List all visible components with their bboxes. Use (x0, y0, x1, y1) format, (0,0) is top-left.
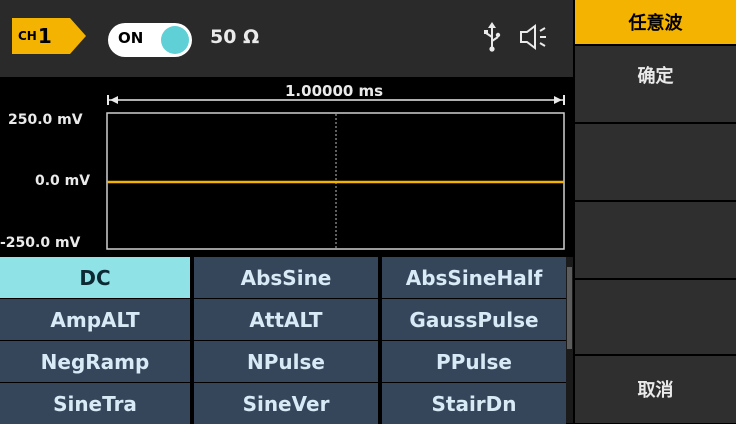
wave-item-ppulse[interactable]: PPulse (382, 341, 566, 382)
softkey-empty-3[interactable] (575, 202, 736, 278)
span-arrow-left (110, 96, 118, 104)
confirm-button[interactable]: 确定 (575, 46, 736, 122)
wave-item-negramp[interactable]: NegRamp (0, 341, 190, 382)
wave-item-attalt[interactable]: AttALT (194, 299, 378, 340)
softkey-empty-4[interactable] (575, 280, 736, 354)
status-header: CH 1 ON 50 Ω (0, 0, 573, 77)
list-scrollbar[interactable] (567, 267, 572, 349)
waveform-list: DC AbsSine AbsSineHalf AmpALT AttALT Gau… (0, 257, 566, 424)
wave-item-gausspulse[interactable]: GaussPulse (382, 299, 566, 340)
output-toggle[interactable]: ON (108, 23, 192, 57)
menu-title: 任意波 (575, 0, 736, 44)
output-toggle-label: ON (118, 29, 144, 47)
wave-item-abssinehalf[interactable]: AbsSineHalf (382, 257, 566, 298)
wave-item-npulse[interactable]: NPulse (194, 341, 378, 382)
toggle-knob (161, 26, 189, 54)
span-arrow-right (554, 96, 562, 104)
speaker-icon (520, 24, 546, 50)
waveform-preview: 1.00000 ms 250.0 mV 0.0 mV -250.0 mV (0, 77, 573, 257)
wave-item-sinetra[interactable]: SineTra (0, 383, 190, 424)
wave-item-dc[interactable]: DC (0, 257, 190, 298)
channel-prefix: CH (18, 29, 37, 43)
cancel-button[interactable]: 取消 (575, 356, 736, 423)
y-label-top: 250.0 mV (8, 112, 83, 128)
wave-item-stairdn[interactable]: StairDn (382, 383, 566, 424)
softkey-menu: 任意波 确定 取消 (575, 0, 736, 423)
impedance-value[interactable]: 50 Ω (210, 26, 259, 48)
wave-item-sinever[interactable]: SineVer (194, 383, 378, 424)
wave-item-abssine[interactable]: AbsSine (194, 257, 378, 298)
y-label-mid: 0.0 mV (35, 173, 91, 189)
y-label-bottom: -250.0 mV (0, 235, 81, 251)
usb-icon (484, 22, 501, 52)
channel-number: 1 (37, 24, 52, 48)
waveform-plot (106, 95, 565, 250)
channel-badge[interactable]: CH 1 (12, 18, 86, 54)
time-span-label: 1.00000 ms (285, 82, 384, 100)
main-panel: CH 1 ON 50 Ω 1.00000 ms 250.0 mV 0.0 mV … (0, 0, 573, 424)
softkey-empty-2[interactable] (575, 124, 736, 200)
wave-item-ampalt[interactable]: AmpALT (0, 299, 190, 340)
